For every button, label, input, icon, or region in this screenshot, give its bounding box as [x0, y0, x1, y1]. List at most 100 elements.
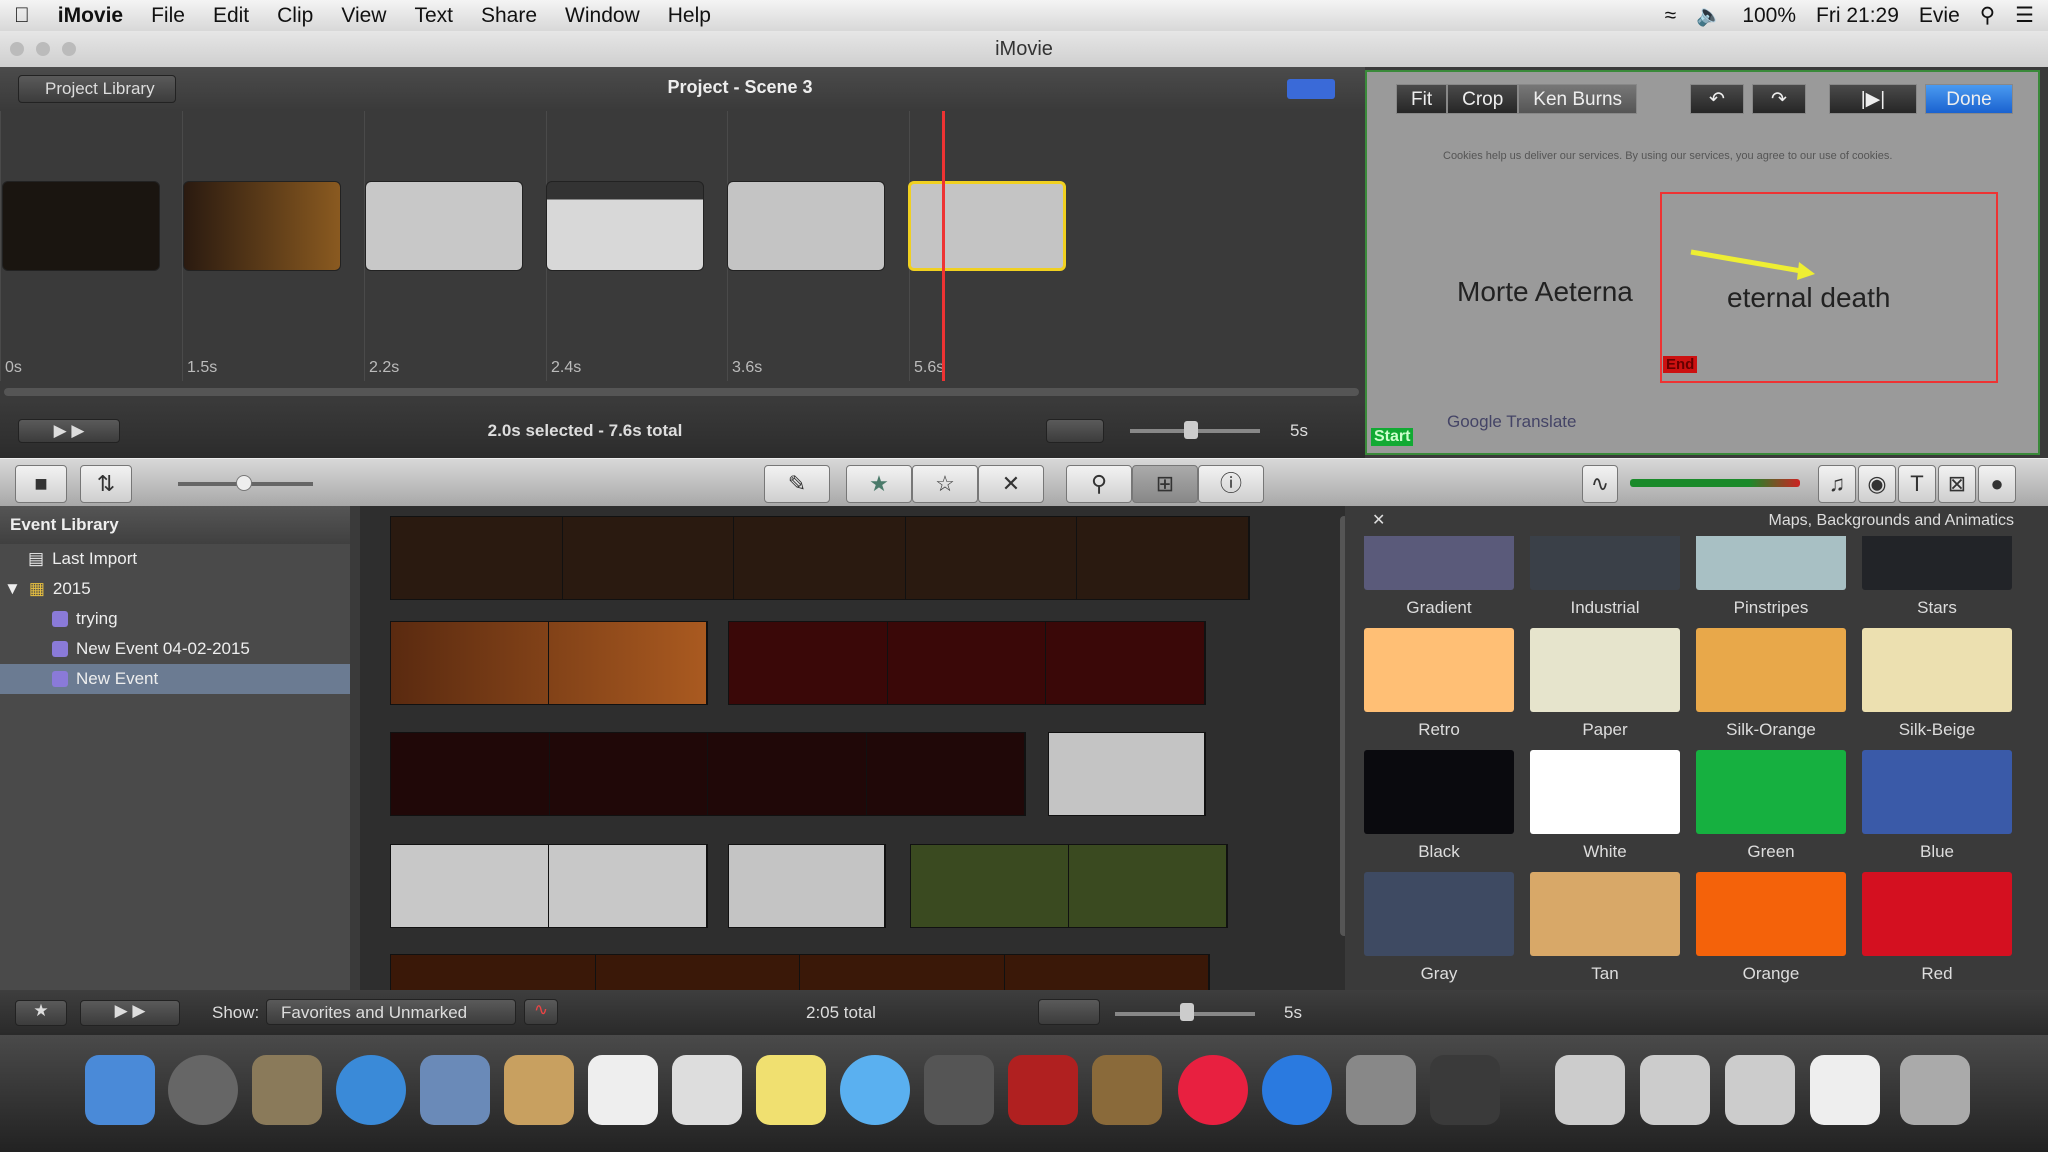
clip-thumbnail[interactable] [365, 181, 523, 271]
event-year-2015[interactable]: ▼ ▦ 2015 [0, 574, 350, 604]
imovie-icon[interactable] [1430, 1055, 1500, 1125]
add-to-project-icon[interactable]: ✎ [764, 465, 830, 503]
maps-backgrounds-icon[interactable]: ● [1978, 465, 2016, 503]
menu-edit[interactable]: Edit [199, 4, 263, 28]
ken-burns-button[interactable]: Ken Burns [1518, 84, 1638, 114]
background-item[interactable]: Silk-Beige [1862, 628, 2012, 740]
clip-filmstrip[interactable] [390, 732, 1026, 816]
clip-filmstrip[interactable] [390, 516, 1250, 600]
notification-icon[interactable]: ☰ [2015, 3, 2034, 28]
audio-waveform-button[interactable] [1038, 999, 1100, 1025]
event-new-event[interactable]: New Event [0, 664, 350, 694]
facetime-icon[interactable] [924, 1055, 994, 1125]
crop-tool-icon[interactable]: ⊞ [1132, 465, 1198, 503]
user-name[interactable]: Evie [1919, 4, 1960, 28]
notes-icon[interactable] [756, 1055, 826, 1125]
close-button[interactable] [10, 42, 24, 56]
reject-icon[interactable]: ✕ [978, 465, 1044, 503]
zoom-button[interactable] [62, 42, 76, 56]
background-item[interactable]: Green [1696, 750, 1846, 862]
browser-scrollbar[interactable] [1340, 516, 1345, 936]
menu-text[interactable]: Text [400, 4, 467, 28]
clip-thumbnail[interactable] [546, 181, 704, 271]
timeline-scrollbar[interactable] [4, 388, 1359, 396]
background-item[interactable]: Retro [1364, 628, 1514, 740]
transition-icon[interactable]: ⊠ [1938, 465, 1976, 503]
clip-thumbnail[interactable] [183, 181, 341, 271]
selected-clip-thumbnail[interactable] [908, 181, 1066, 271]
clip-thumbnail[interactable] [727, 181, 885, 271]
ken-burns-viewer[interactable]: Fit Crop Ken Burns ↶ ↷ |▶| Done Cookies … [1365, 70, 2040, 455]
disclosure-triangle-icon[interactable]: ▼ [4, 574, 21, 604]
battery-status[interactable]: 100% [1742, 4, 1796, 28]
project-timeline[interactable]: 0s 1.5s 2.2s 2.4s 3.6s 5.6s [0, 111, 1365, 401]
done-button[interactable]: Done [1925, 84, 2013, 114]
keyword-icon[interactable]: ⚲ [1066, 465, 1132, 503]
trash-icon[interactable] [1900, 1055, 1970, 1125]
background-item[interactable]: Blue [1862, 750, 2012, 862]
background-item[interactable]: Black [1364, 750, 1514, 862]
close-panel-icon[interactable]: ✕ [1372, 506, 1385, 536]
clip-filmstrip[interactable] [910, 844, 1228, 928]
background-item[interactable]: Silk-Orange [1696, 628, 1846, 740]
messages-icon[interactable] [840, 1055, 910, 1125]
clock[interactable]: Fri 21:29 [1816, 4, 1899, 28]
app-store-icon[interactable] [1262, 1055, 1332, 1125]
wifi-icon[interactable]: ≈ [1665, 4, 1677, 28]
preview-icon[interactable] [252, 1055, 322, 1125]
swap-start-end-icon[interactable]: |▶| [1829, 84, 1917, 114]
menu-clip[interactable]: Clip [263, 4, 327, 28]
background-item[interactable]: Tan [1530, 872, 1680, 984]
volume-icon[interactable]: 🔈 [1696, 4, 1722, 28]
fit-button[interactable]: Fit [1396, 84, 1448, 114]
zoom-slider-thumb[interactable] [1184, 421, 1198, 439]
calendar-icon[interactable] [588, 1055, 658, 1125]
menu-view[interactable]: View [327, 4, 400, 28]
view-toggle-button[interactable] [1287, 79, 1335, 99]
end-crop-rectangle[interactable] [1660, 192, 1998, 383]
system-preferences-icon[interactable] [1346, 1055, 1416, 1125]
iphoto-icon[interactable] [1092, 1055, 1162, 1125]
play-buttons[interactable]: ▶ ▶ [80, 1000, 180, 1026]
photo-icon[interactable]: ◉ [1858, 465, 1896, 503]
finder-icon[interactable] [85, 1055, 155, 1125]
audio-waveform-button[interactable] [1046, 419, 1104, 443]
inspector-icon[interactable]: ⓘ [1198, 465, 1264, 503]
reminders-icon[interactable] [672, 1055, 742, 1125]
clip-filmstrip[interactable] [390, 954, 1210, 990]
event-new-event-04-02-2015[interactable]: New Event 04-02-2015 [0, 634, 350, 664]
rotate-right-icon[interactable]: ↷ [1752, 84, 1806, 114]
menu-file[interactable]: File [137, 4, 199, 28]
new-event-icon[interactable]: ★ [15, 1000, 67, 1026]
clip-filmstrip[interactable] [390, 844, 708, 928]
show-filter-dropdown[interactable]: Favorites and Unmarked [266, 999, 516, 1025]
event-browser[interactable] [360, 506, 1345, 990]
apple-menu-icon[interactable]:  [0, 4, 44, 28]
clip-filmstrip[interactable] [1048, 732, 1206, 816]
document-stack-icon[interactable] [1640, 1055, 1710, 1125]
event-trying[interactable]: trying [0, 604, 350, 634]
menu-app[interactable]: iMovie [44, 4, 137, 28]
menu-window[interactable]: Window [551, 4, 654, 28]
spotlight-icon[interactable]: ⚲ [1980, 3, 1995, 28]
menu-share[interactable]: Share [467, 4, 551, 28]
playhead[interactable] [942, 111, 945, 381]
crop-button[interactable]: Crop [1447, 84, 1519, 114]
background-item[interactable]: White [1530, 750, 1680, 862]
clip-thumbnail[interactable] [2, 181, 160, 271]
document-stack-icon[interactable] [1725, 1055, 1795, 1125]
background-item[interactable]: Gray [1364, 872, 1514, 984]
waveform-icon[interactable]: ∿ [524, 999, 558, 1025]
menu-help[interactable]: Help [654, 4, 725, 28]
event-last-import[interactable]: ▤ Last Import [0, 544, 350, 574]
mail-icon[interactable] [420, 1055, 490, 1125]
background-item[interactable]: Orange [1696, 872, 1846, 984]
document-stack-icon[interactable] [1555, 1055, 1625, 1125]
clip-zoom-thumb[interactable] [1180, 1003, 1194, 1021]
clip-filmstrip[interactable] [390, 621, 708, 705]
minimize-button[interactable] [36, 42, 50, 56]
contacts-icon[interactable] [504, 1055, 574, 1125]
title-icon[interactable]: T [1898, 465, 1936, 503]
rotate-left-icon[interactable]: ↶ [1690, 84, 1744, 114]
background-item[interactable]: Red [1862, 872, 2012, 984]
